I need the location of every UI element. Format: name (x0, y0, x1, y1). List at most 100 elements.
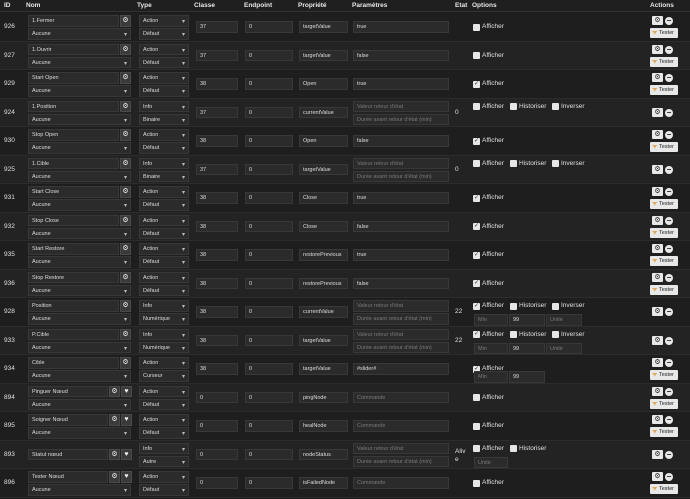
min-input[interactable]: Min (474, 314, 508, 326)
property-input[interactable]: isFailedNode (299, 477, 348, 489)
max-input[interactable]: 99 (509, 314, 545, 326)
parent-select[interactable]: Aucune ▾ (28, 85, 131, 97)
test-button[interactable]: ᯤ Tester (650, 56, 678, 67)
property-input[interactable]: restorePrevious (299, 249, 348, 261)
parent-select[interactable]: Aucune ▾ (28, 227, 131, 239)
gear-icon[interactable]: ⚙ (652, 386, 663, 396)
subtype-select[interactable]: Binaire ▾ (139, 170, 189, 182)
gear-icon[interactable]: ⚙ (652, 164, 663, 174)
return-delay-input[interactable]: Durée avant retour d'état (min) (353, 170, 449, 182)
configure-icon[interactable]: ⚙ (120, 157, 131, 169)
class-input[interactable]: 38 (196, 78, 238, 90)
gear-icon[interactable]: ⚙ (652, 16, 663, 25)
configure-icon[interactable]: ⚙ (120, 271, 131, 283)
gear-icon[interactable]: ⚙ (652, 472, 663, 481)
command-name-input[interactable]: Start Open (28, 72, 119, 84)
property-input[interactable]: Close (299, 192, 348, 204)
parameter-input[interactable]: false (353, 49, 449, 61)
endpoint-input[interactable]: 0 (245, 420, 293, 432)
remove-icon[interactable]: − (665, 17, 673, 25)
class-input[interactable]: 37 (196, 163, 238, 175)
test-button[interactable]: ᯤ Tester (650, 398, 678, 409)
endpoint-input[interactable]: 0 (245, 477, 293, 489)
endpoint-input[interactable]: 0 (245, 135, 293, 147)
endpoint-input[interactable]: 0 (245, 49, 293, 61)
command-name-input[interactable]: 1.Position (28, 100, 119, 112)
class-input[interactable]: 0 (196, 448, 238, 460)
subtype-select[interactable]: Défaut ▾ (139, 284, 189, 296)
return-delay-input[interactable]: Durée avant retour d'état (min) (353, 455, 449, 467)
parameter-input[interactable]: true (353, 192, 449, 204)
gear-icon[interactable]: ⚙ (652, 358, 663, 367)
test-button[interactable]: ᯤ Tester (650, 227, 678, 238)
gear-icon[interactable]: ⚙ (652, 244, 663, 253)
parameter-input[interactable]: false (353, 135, 449, 147)
type-select[interactable]: Action ▾ (139, 72, 189, 84)
command-name-input[interactable]: P.Cible (28, 328, 119, 340)
gear-icon[interactable]: ⚙ (652, 130, 663, 139)
configure-icon[interactable]: ⚙ (120, 72, 131, 84)
class-input[interactable]: 38 (196, 363, 238, 375)
endpoint-input[interactable]: 0 (245, 192, 293, 204)
property-input[interactable]: targetValue (299, 363, 348, 375)
configure-icon[interactable]: ⚙ (120, 300, 131, 312)
display-checkbox[interactable] (473, 422, 480, 430)
remove-icon[interactable]: − (665, 273, 673, 282)
command-name-input[interactable]: Tester Nœud (28, 471, 108, 483)
display-checkbox[interactable]: ✓ (473, 223, 480, 230)
display-checkbox[interactable]: ✓ (473, 331, 480, 338)
command-name-input[interactable]: Stop Restore (28, 271, 119, 283)
extra-icon[interactable]: ♥ (121, 471, 132, 483)
configure-icon[interactable]: ⚙ (120, 328, 131, 340)
parent-select[interactable]: Aucune ▾ (28, 199, 131, 211)
subtype-select[interactable]: Curseur ▾ (139, 370, 189, 382)
type-select[interactable]: Action ▾ (139, 43, 189, 55)
command-name-input[interactable]: Start Close (28, 186, 119, 198)
endpoint-input[interactable]: 0 (245, 277, 293, 289)
class-input[interactable]: 0 (196, 420, 238, 432)
remove-icon[interactable]: − (665, 74, 673, 82)
property-input[interactable]: currentValue (299, 106, 348, 118)
subtype-select[interactable]: Défaut ▾ (139, 427, 189, 439)
type-select[interactable]: Info ▾ (139, 157, 189, 169)
type-select[interactable]: Action ▾ (139, 471, 189, 483)
remove-icon[interactable]: − (665, 387, 673, 396)
subtype-select[interactable]: Défaut ▾ (139, 398, 189, 410)
parent-select[interactable]: Aucune ▾ (28, 28, 131, 40)
test-button[interactable]: ᯤ Tester (650, 256, 678, 266)
command-name-input[interactable]: Stop Open (28, 129, 119, 141)
subtype-select[interactable]: Défaut ▾ (139, 85, 189, 97)
type-select[interactable]: Action ▾ (139, 414, 189, 426)
remove-icon[interactable]: − (665, 416, 673, 424)
type-select[interactable]: Action ▾ (139, 243, 189, 255)
class-input[interactable]: 37 (196, 49, 238, 61)
max-input[interactable]: 99 (509, 371, 545, 383)
remove-icon[interactable]: − (665, 450, 673, 459)
class-input[interactable]: 37 (196, 106, 238, 118)
remove-icon[interactable]: − (665, 308, 673, 316)
historize-checkbox[interactable] (510, 103, 517, 110)
class-input[interactable]: 38 (196, 135, 238, 147)
parameter-input[interactable]: true (353, 249, 449, 261)
return-value-input[interactable]: Valeur retour d'état (353, 328, 449, 340)
command-name-input[interactable]: Stop Close (28, 214, 119, 226)
endpoint-input[interactable]: 0 (245, 21, 293, 33)
type-select[interactable]: Action ▾ (139, 129, 189, 141)
command-name-input[interactable]: Statut nœud (28, 448, 108, 460)
gear-icon[interactable]: ⚙ (652, 449, 663, 459)
property-input[interactable]: targetValue (299, 163, 348, 175)
display-checkbox[interactable] (473, 52, 480, 59)
invert-checkbox[interactable] (552, 160, 559, 167)
remove-icon[interactable]: − (665, 108, 673, 117)
parent-select[interactable]: Aucune ▾ (28, 313, 131, 325)
test-button[interactable]: ᯤ Tester (650, 484, 678, 494)
endpoint-input[interactable]: 0 (245, 363, 293, 375)
unit-input[interactable]: Unité (546, 314, 582, 326)
configure-icon[interactable]: ⚙ (120, 186, 131, 198)
display-checkbox[interactable] (473, 160, 480, 167)
test-button[interactable]: ᯤ Tester (650, 199, 678, 209)
historize-checkbox[interactable] (510, 331, 517, 338)
remove-icon[interactable]: − (665, 473, 673, 481)
configure-icon[interactable]: ⚙ (120, 214, 131, 226)
configure-icon[interactable]: ⚙ (109, 471, 120, 483)
